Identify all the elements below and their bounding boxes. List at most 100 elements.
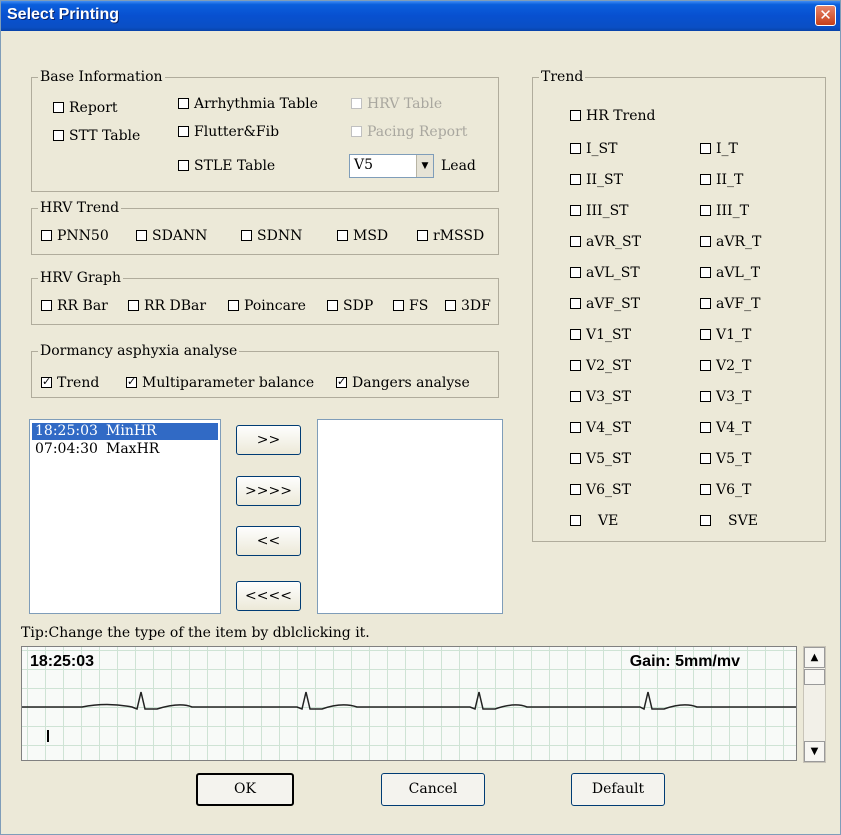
title-bar[interactable]: Select Printing ✕: [1, 1, 840, 31]
checkbox-box[interactable]: [337, 230, 348, 241]
checkbox-box[interactable]: [53, 130, 64, 141]
lead-select[interactable]: V5 ▼: [349, 154, 434, 178]
remove-selected-button[interactable]: <<: [236, 526, 301, 556]
trend-avr-st-checkbox[interactable]: aVR_ST: [570, 234, 641, 250]
trend-v2-st-checkbox[interactable]: V2_ST: [570, 358, 631, 374]
trend-i-st-checkbox[interactable]: I_ST: [570, 141, 617, 157]
checkbox-box[interactable]: [128, 300, 139, 311]
trend-iii-st-checkbox[interactable]: III_ST: [570, 203, 629, 219]
checkbox-box[interactable]: [700, 329, 711, 340]
trend-ii-st-checkbox[interactable]: II_ST: [570, 172, 623, 188]
multiparameter-balance-checkbox[interactable]: Multiparameter balance: [126, 375, 314, 391]
checkbox-box[interactable]: [417, 230, 428, 241]
trend-avl-st-checkbox[interactable]: aVL_ST: [570, 265, 640, 281]
checkbox-box[interactable]: [570, 422, 581, 433]
checkbox-box[interactable]: [700, 236, 711, 247]
event-list-item[interactable]: 07:04:30 MaxHR: [32, 441, 162, 458]
ok-button[interactable]: OK: [196, 773, 294, 806]
trend-v1-t-checkbox[interactable]: V1_T: [700, 327, 751, 343]
checkbox-box[interactable]: [228, 300, 239, 311]
checkbox-box[interactable]: [336, 375, 347, 389]
cancel-button[interactable]: Cancel: [381, 773, 485, 806]
checkbox-box[interactable]: [41, 230, 52, 241]
report-checkbox[interactable]: Report: [53, 100, 118, 116]
hr-trend-checkbox[interactable]: HR Trend: [570, 108, 656, 124]
selected-event-list[interactable]: [317, 419, 503, 614]
checkbox-box[interactable]: [570, 143, 581, 154]
sdnn-checkbox[interactable]: SDNN: [241, 228, 302, 244]
checkbox-box[interactable]: [700, 360, 711, 371]
close-button[interactable]: ✕: [815, 5, 836, 26]
checkbox-box[interactable]: [570, 110, 581, 121]
checkbox-box[interactable]: [700, 267, 711, 278]
checkbox-box[interactable]: [445, 300, 456, 311]
trend-avr-t-checkbox[interactable]: aVR_T: [700, 234, 761, 250]
checkbox-box[interactable]: [570, 515, 581, 526]
checkbox-box[interactable]: [136, 230, 147, 241]
scroll-thumb[interactable]: [804, 669, 825, 685]
rr-bar-checkbox[interactable]: RR Bar: [41, 298, 108, 314]
checkbox-box[interactable]: [178, 126, 189, 137]
checkbox-box[interactable]: [700, 391, 711, 402]
trend-avf-st-checkbox[interactable]: aVF_ST: [570, 296, 640, 312]
msd-checkbox[interactable]: MSD: [337, 228, 388, 244]
trend-v2-t-checkbox[interactable]: V2_T: [700, 358, 751, 374]
trend-v3-t-checkbox[interactable]: V3_T: [700, 389, 751, 405]
checkbox-box[interactable]: [570, 174, 581, 185]
checkbox-box[interactable]: [41, 375, 52, 389]
checkbox-box[interactable]: [570, 205, 581, 216]
checkbox-box[interactable]: [570, 236, 581, 247]
trend-v6-t-checkbox[interactable]: V6_T: [700, 482, 751, 498]
rmssd-checkbox[interactable]: rMSSD: [417, 228, 484, 244]
checkbox-box[interactable]: [327, 300, 338, 311]
add-selected-button[interactable]: >>: [236, 425, 301, 455]
checkbox-box[interactable]: [700, 515, 711, 526]
checkbox-box[interactable]: [570, 391, 581, 402]
default-button[interactable]: Default: [571, 773, 665, 806]
stle-table-checkbox[interactable]: STLE Table: [178, 158, 275, 174]
remove-all-button[interactable]: <<<<: [236, 581, 301, 611]
trend-ve-checkbox[interactable]: VE: [570, 513, 618, 529]
checkbox-box[interactable]: [570, 298, 581, 309]
sdp-checkbox[interactable]: SDP: [327, 298, 373, 314]
event-list-item[interactable]: 18:25:03 MinHR: [32, 423, 218, 440]
trend-i-t-checkbox[interactable]: I_T: [700, 141, 738, 157]
checkbox-box[interactable]: [393, 300, 404, 311]
scroll-down-arrow-icon[interactable]: ▼: [804, 741, 825, 762]
rr-dbar-checkbox[interactable]: RR DBar: [128, 298, 206, 314]
checkbox-box[interactable]: [700, 453, 711, 464]
dangers-analyse-checkbox[interactable]: Dangers analyse: [336, 375, 470, 391]
checkbox-box[interactable]: [700, 298, 711, 309]
sdann-checkbox[interactable]: SDANN: [136, 228, 207, 244]
checkbox-box[interactable]: [178, 160, 189, 171]
checkbox-box[interactable]: [570, 267, 581, 278]
checkbox-box[interactable]: [570, 329, 581, 340]
fs-checkbox[interactable]: FS: [393, 298, 428, 314]
checkbox-box[interactable]: [700, 205, 711, 216]
trend-ii-t-checkbox[interactable]: II_T: [700, 172, 743, 188]
checkbox-box[interactable]: [570, 360, 581, 371]
trend-v4-st-checkbox[interactable]: V4_ST: [570, 420, 631, 436]
trend-avf-t-checkbox[interactable]: aVF_T: [700, 296, 761, 312]
pnn50-checkbox[interactable]: PNN50: [41, 228, 109, 244]
checkbox-box[interactable]: [700, 174, 711, 185]
poincare-checkbox[interactable]: Poincare: [228, 298, 306, 314]
checkbox-box[interactable]: [126, 375, 137, 389]
checkbox-box[interactable]: [570, 453, 581, 464]
checkbox-box[interactable]: [53, 102, 64, 113]
ecg-scrollbar[interactable]: ▲ ▼: [803, 646, 826, 763]
arrhythmia-table-checkbox[interactable]: Arrhythmia Table: [178, 96, 318, 112]
trend-v6-st-checkbox[interactable]: V6_ST: [570, 482, 631, 498]
checkbox-box[interactable]: [700, 484, 711, 495]
checkbox-box[interactable]: [700, 143, 711, 154]
flutter-fib-checkbox[interactable]: Flutter&Fib: [178, 124, 279, 140]
add-all-button[interactable]: >>>>: [236, 476, 301, 506]
checkbox-box[interactable]: [700, 422, 711, 433]
scroll-up-arrow-icon[interactable]: ▲: [804, 647, 825, 668]
trend-v4-t-checkbox[interactable]: V4_T: [700, 420, 751, 436]
trend-iii-t-checkbox[interactable]: III_T: [700, 203, 749, 219]
stt-table-checkbox[interactable]: STT Table: [53, 128, 140, 144]
event-list[interactable]: 18:25:03 MinHR 07:04:30 MaxHR: [29, 419, 221, 614]
trend-v5-st-checkbox[interactable]: V5_ST: [570, 451, 631, 467]
checkbox-box[interactable]: [178, 98, 189, 109]
